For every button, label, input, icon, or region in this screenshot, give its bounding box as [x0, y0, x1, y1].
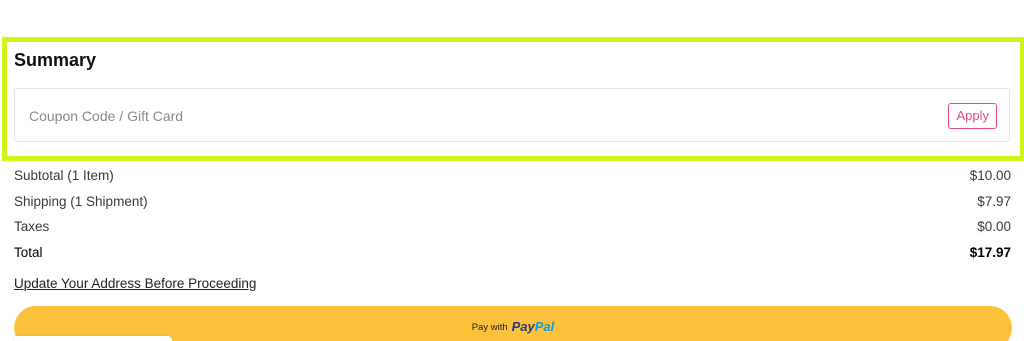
overlay-panel-edge: [14, 336, 172, 341]
summary-title: Summary: [14, 50, 97, 70]
checkout-summary-page: Summary Apply Subtotal (1 Item) $10.00 S…: [0, 0, 1024, 341]
taxes-value: $0.00: [977, 219, 1011, 235]
total-row: Total $17.97: [14, 240, 1011, 266]
shipping-label: Shipping (1 Shipment): [14, 193, 148, 209]
order-totals: Subtotal (1 Item) $10.00 Shipping (1 Shi…: [14, 163, 1011, 265]
taxes-label: Taxes: [14, 219, 50, 235]
update-address-link[interactable]: Update Your Address Before Proceeding: [14, 276, 256, 291]
subtotal-value: $10.00: [969, 168, 1011, 184]
apply-coupon-button[interactable]: Apply: [948, 103, 997, 129]
total-value: $17.97: [969, 244, 1011, 260]
total-label: Total: [14, 244, 43, 260]
paypal-logo-icon: PayPal: [512, 319, 555, 334]
subtotal-row: Subtotal (1 Item) $10.00: [14, 163, 1011, 189]
paypal-logo-pal: Pal: [534, 319, 555, 334]
coupon-field-container: Apply: [14, 88, 1010, 142]
shipping-value: $7.97: [977, 193, 1011, 209]
taxes-row: Taxes $0.00: [14, 214, 1011, 240]
coupon-code-input[interactable]: [29, 107, 929, 125]
paypal-prefix-text: Pay with: [471, 322, 508, 333]
subtotal-label: Subtotal (1 Item): [14, 168, 114, 184]
paypal-logo-pay: Pay: [511, 319, 535, 334]
shipping-row: Shipping (1 Shipment) $7.97: [14, 189, 1011, 215]
